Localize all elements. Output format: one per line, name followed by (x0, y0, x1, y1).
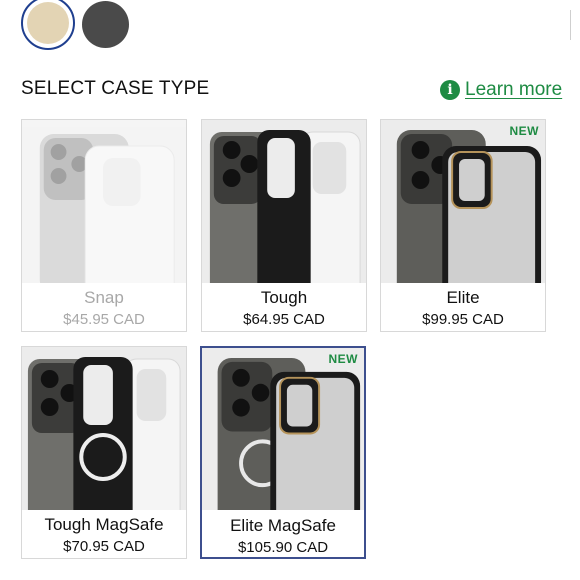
learn-more-link[interactable]: i Learn more (440, 79, 562, 101)
section-title: SELECT CASE TYPE (21, 78, 210, 99)
gold-swatch-fill (27, 2, 69, 44)
learn-more-label: Learn more (465, 79, 563, 100)
case-price: $45.95 CAD (63, 311, 145, 328)
case-card-elite-magsafe[interactable]: NEW Elite MagSafe $105.90 CAD (200, 346, 366, 559)
case-card-snap[interactable]: Snap $45.95 CAD (21, 119, 187, 332)
case-card-tough[interactable]: Tough $64.95 CAD (201, 119, 367, 332)
color-swatch-partial[interactable] (570, 10, 580, 40)
elite-magsafe-case-image (202, 348, 364, 510)
case-selector-page: SELECT CASE TYPE i Learn more Snap $45.9… (0, 0, 580, 580)
color-swatch-gold[interactable] (21, 0, 75, 50)
case-name: Tough (260, 288, 308, 307)
new-badge: NEW (328, 352, 358, 366)
case-price: $70.95 CAD (63, 538, 145, 555)
case-price: $99.95 CAD (422, 311, 504, 328)
case-card-elite[interactable]: NEW Elite $99.95 CAD (380, 119, 546, 332)
info-circle-icon: i (440, 80, 460, 100)
new-badge: NEW (509, 124, 539, 138)
case-name: Tough MagSafe (44, 515, 164, 534)
case-price: $105.90 CAD (237, 539, 329, 556)
elite-case-image (381, 120, 545, 283)
tough-case-image (202, 120, 366, 283)
snap-case-image (22, 120, 186, 283)
case-price: $64.95 CAD (243, 311, 325, 328)
color-swatch-black[interactable] (82, 1, 129, 48)
case-card-tough-magsafe[interactable]: Tough MagSafe $70.95 CAD (21, 346, 187, 559)
case-name: Elite (446, 288, 480, 307)
tough-magsafe-case-image (22, 347, 186, 510)
case-name: Snap (84, 288, 124, 307)
case-name: Elite MagSafe (230, 516, 336, 535)
